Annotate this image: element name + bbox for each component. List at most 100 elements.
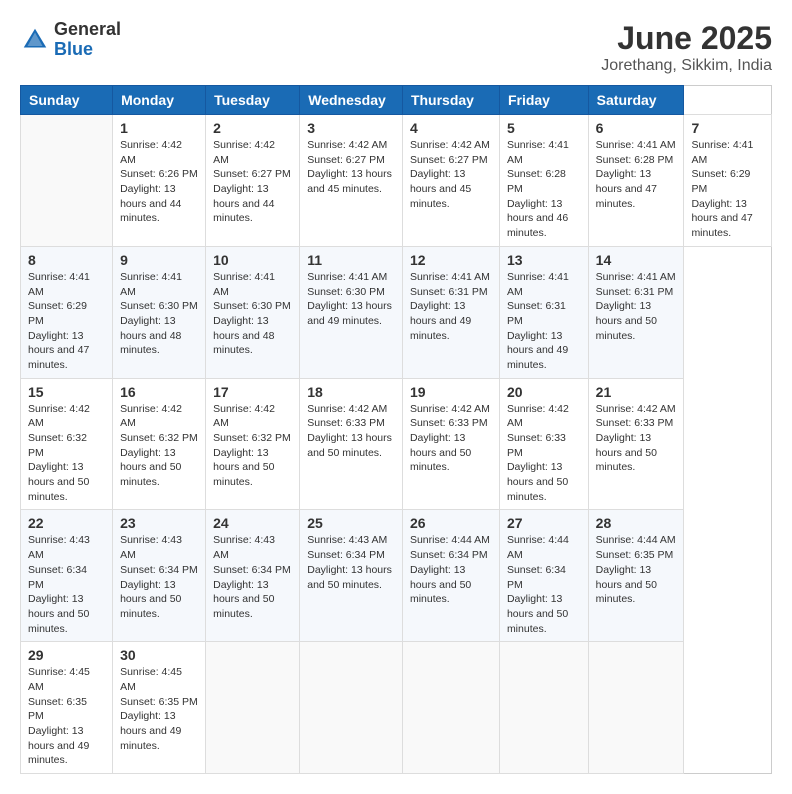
day-info: Sunrise: 4:45 AM Sunset: 6:35 PM Dayligh… bbox=[120, 665, 198, 753]
day-number: 20 bbox=[507, 384, 581, 400]
day-number: 1 bbox=[120, 120, 198, 136]
col-monday: Monday bbox=[113, 86, 206, 115]
location-title: Jorethang, Sikkim, India bbox=[601, 57, 772, 75]
calendar-cell: 8 Sunrise: 4:41 AM Sunset: 6:29 PM Dayli… bbox=[21, 246, 113, 378]
calendar-cell: 10 Sunrise: 4:41 AM Sunset: 6:30 PM Dayl… bbox=[206, 246, 300, 378]
calendar-cell: 14 Sunrise: 4:41 AM Sunset: 6:31 PM Dayl… bbox=[588, 246, 684, 378]
calendar-cell: 29 Sunrise: 4:45 AM Sunset: 6:35 PM Dayl… bbox=[21, 642, 113, 774]
calendar-cell: 7 Sunrise: 4:41 AM Sunset: 6:29 PM Dayli… bbox=[684, 115, 772, 247]
calendar-cell bbox=[402, 642, 499, 774]
day-number: 8 bbox=[28, 252, 105, 268]
col-saturday: Saturday bbox=[588, 86, 684, 115]
calendar-cell: 9 Sunrise: 4:41 AM Sunset: 6:30 PM Dayli… bbox=[113, 246, 206, 378]
day-number: 24 bbox=[213, 515, 292, 531]
calendar-cell: 23 Sunrise: 4:43 AM Sunset: 6:34 PM Dayl… bbox=[113, 510, 206, 642]
day-number: 23 bbox=[120, 515, 198, 531]
calendar-cell: 28 Sunrise: 4:44 AM Sunset: 6:35 PM Dayl… bbox=[588, 510, 684, 642]
col-friday: Friday bbox=[499, 86, 588, 115]
calendar-cell: 11 Sunrise: 4:41 AM Sunset: 6:30 PM Dayl… bbox=[300, 246, 403, 378]
page-header: General Blue June 2025 Jorethang, Sikkim… bbox=[20, 20, 772, 75]
calendar-week-2: 8 Sunrise: 4:41 AM Sunset: 6:29 PM Dayli… bbox=[21, 246, 772, 378]
calendar-cell: 2 Sunrise: 4:42 AM Sunset: 6:27 PM Dayli… bbox=[206, 115, 300, 247]
day-number: 29 bbox=[28, 647, 105, 663]
calendar-cell bbox=[588, 642, 684, 774]
calendar-cell: 27 Sunrise: 4:44 AM Sunset: 6:34 PM Dayl… bbox=[499, 510, 588, 642]
day-info: Sunrise: 4:43 AM Sunset: 6:34 PM Dayligh… bbox=[120, 533, 198, 621]
day-number: 7 bbox=[691, 120, 764, 136]
day-number: 3 bbox=[307, 120, 395, 136]
day-info: Sunrise: 4:42 AM Sunset: 6:33 PM Dayligh… bbox=[307, 402, 395, 461]
month-title: June 2025 bbox=[601, 20, 772, 57]
calendar-cell: 6 Sunrise: 4:41 AM Sunset: 6:28 PM Dayli… bbox=[588, 115, 684, 247]
calendar-cell bbox=[206, 642, 300, 774]
day-number: 6 bbox=[596, 120, 677, 136]
logo-general: General bbox=[54, 20, 121, 40]
day-number: 11 bbox=[307, 252, 395, 268]
calendar-cell: 22 Sunrise: 4:43 AM Sunset: 6:34 PM Dayl… bbox=[21, 510, 113, 642]
day-info: Sunrise: 4:42 AM Sunset: 6:32 PM Dayligh… bbox=[213, 402, 292, 490]
day-number: 18 bbox=[307, 384, 395, 400]
day-info: Sunrise: 4:44 AM Sunset: 6:35 PM Dayligh… bbox=[596, 533, 677, 606]
logo: General Blue bbox=[20, 20, 121, 60]
calendar-cell bbox=[300, 642, 403, 774]
day-number: 5 bbox=[507, 120, 581, 136]
day-info: Sunrise: 4:41 AM Sunset: 6:30 PM Dayligh… bbox=[307, 270, 395, 329]
day-number: 19 bbox=[410, 384, 492, 400]
calendar-cell bbox=[21, 115, 113, 247]
day-number: 9 bbox=[120, 252, 198, 268]
col-tuesday: Tuesday bbox=[206, 86, 300, 115]
calendar-cell: 30 Sunrise: 4:45 AM Sunset: 6:35 PM Dayl… bbox=[113, 642, 206, 774]
day-number: 15 bbox=[28, 384, 105, 400]
calendar-cell: 16 Sunrise: 4:42 AM Sunset: 6:32 PM Dayl… bbox=[113, 378, 206, 510]
day-info: Sunrise: 4:42 AM Sunset: 6:33 PM Dayligh… bbox=[596, 402, 677, 475]
calendar-cell: 4 Sunrise: 4:42 AM Sunset: 6:27 PM Dayli… bbox=[402, 115, 499, 247]
day-number: 4 bbox=[410, 120, 492, 136]
day-info: Sunrise: 4:41 AM Sunset: 6:28 PM Dayligh… bbox=[507, 138, 581, 241]
day-info: Sunrise: 4:41 AM Sunset: 6:31 PM Dayligh… bbox=[410, 270, 492, 343]
calendar-cell: 15 Sunrise: 4:42 AM Sunset: 6:32 PM Dayl… bbox=[21, 378, 113, 510]
col-wednesday: Wednesday bbox=[300, 86, 403, 115]
day-info: Sunrise: 4:45 AM Sunset: 6:35 PM Dayligh… bbox=[28, 665, 105, 768]
calendar-cell: 25 Sunrise: 4:43 AM Sunset: 6:34 PM Dayl… bbox=[300, 510, 403, 642]
day-number: 22 bbox=[28, 515, 105, 531]
calendar-week-4: 22 Sunrise: 4:43 AM Sunset: 6:34 PM Dayl… bbox=[21, 510, 772, 642]
day-info: Sunrise: 4:43 AM Sunset: 6:34 PM Dayligh… bbox=[307, 533, 395, 592]
calendar-header-row: Sunday Monday Tuesday Wednesday Thursday… bbox=[21, 86, 772, 115]
calendar-cell: 18 Sunrise: 4:42 AM Sunset: 6:33 PM Dayl… bbox=[300, 378, 403, 510]
day-info: Sunrise: 4:41 AM Sunset: 6:29 PM Dayligh… bbox=[691, 138, 764, 241]
day-number: 13 bbox=[507, 252, 581, 268]
calendar-cell: 19 Sunrise: 4:42 AM Sunset: 6:33 PM Dayl… bbox=[402, 378, 499, 510]
day-number: 21 bbox=[596, 384, 677, 400]
col-sunday: Sunday bbox=[21, 86, 113, 115]
calendar-week-1: 1 Sunrise: 4:42 AM Sunset: 6:26 PM Dayli… bbox=[21, 115, 772, 247]
day-info: Sunrise: 4:41 AM Sunset: 6:28 PM Dayligh… bbox=[596, 138, 677, 211]
logo-text: General Blue bbox=[54, 20, 121, 60]
calendar-cell: 26 Sunrise: 4:44 AM Sunset: 6:34 PM Dayl… bbox=[402, 510, 499, 642]
day-number: 14 bbox=[596, 252, 677, 268]
col-thursday: Thursday bbox=[402, 86, 499, 115]
day-number: 12 bbox=[410, 252, 492, 268]
day-number: 26 bbox=[410, 515, 492, 531]
calendar-cell: 5 Sunrise: 4:41 AM Sunset: 6:28 PM Dayli… bbox=[499, 115, 588, 247]
calendar-cell bbox=[499, 642, 588, 774]
day-info: Sunrise: 4:43 AM Sunset: 6:34 PM Dayligh… bbox=[28, 533, 105, 636]
day-info: Sunrise: 4:42 AM Sunset: 6:33 PM Dayligh… bbox=[410, 402, 492, 475]
calendar-cell: 24 Sunrise: 4:43 AM Sunset: 6:34 PM Dayl… bbox=[206, 510, 300, 642]
day-info: Sunrise: 4:44 AM Sunset: 6:34 PM Dayligh… bbox=[507, 533, 581, 636]
title-area: June 2025 Jorethang, Sikkim, India bbox=[601, 20, 772, 75]
day-number: 10 bbox=[213, 252, 292, 268]
day-info: Sunrise: 4:44 AM Sunset: 6:34 PM Dayligh… bbox=[410, 533, 492, 606]
logo-icon bbox=[20, 25, 50, 55]
calendar-cell: 12 Sunrise: 4:41 AM Sunset: 6:31 PM Dayl… bbox=[402, 246, 499, 378]
day-info: Sunrise: 4:42 AM Sunset: 6:27 PM Dayligh… bbox=[307, 138, 395, 197]
calendar-cell: 13 Sunrise: 4:41 AM Sunset: 6:31 PM Dayl… bbox=[499, 246, 588, 378]
day-number: 30 bbox=[120, 647, 198, 663]
day-number: 17 bbox=[213, 384, 292, 400]
calendar-cell: 17 Sunrise: 4:42 AM Sunset: 6:32 PM Dayl… bbox=[206, 378, 300, 510]
day-info: Sunrise: 4:42 AM Sunset: 6:26 PM Dayligh… bbox=[120, 138, 198, 226]
day-info: Sunrise: 4:42 AM Sunset: 6:27 PM Dayligh… bbox=[213, 138, 292, 226]
calendar-table: Sunday Monday Tuesday Wednesday Thursday… bbox=[20, 85, 772, 774]
day-info: Sunrise: 4:41 AM Sunset: 6:31 PM Dayligh… bbox=[507, 270, 581, 373]
calendar-cell: 20 Sunrise: 4:42 AM Sunset: 6:33 PM Dayl… bbox=[499, 378, 588, 510]
day-info: Sunrise: 4:41 AM Sunset: 6:30 PM Dayligh… bbox=[213, 270, 292, 358]
